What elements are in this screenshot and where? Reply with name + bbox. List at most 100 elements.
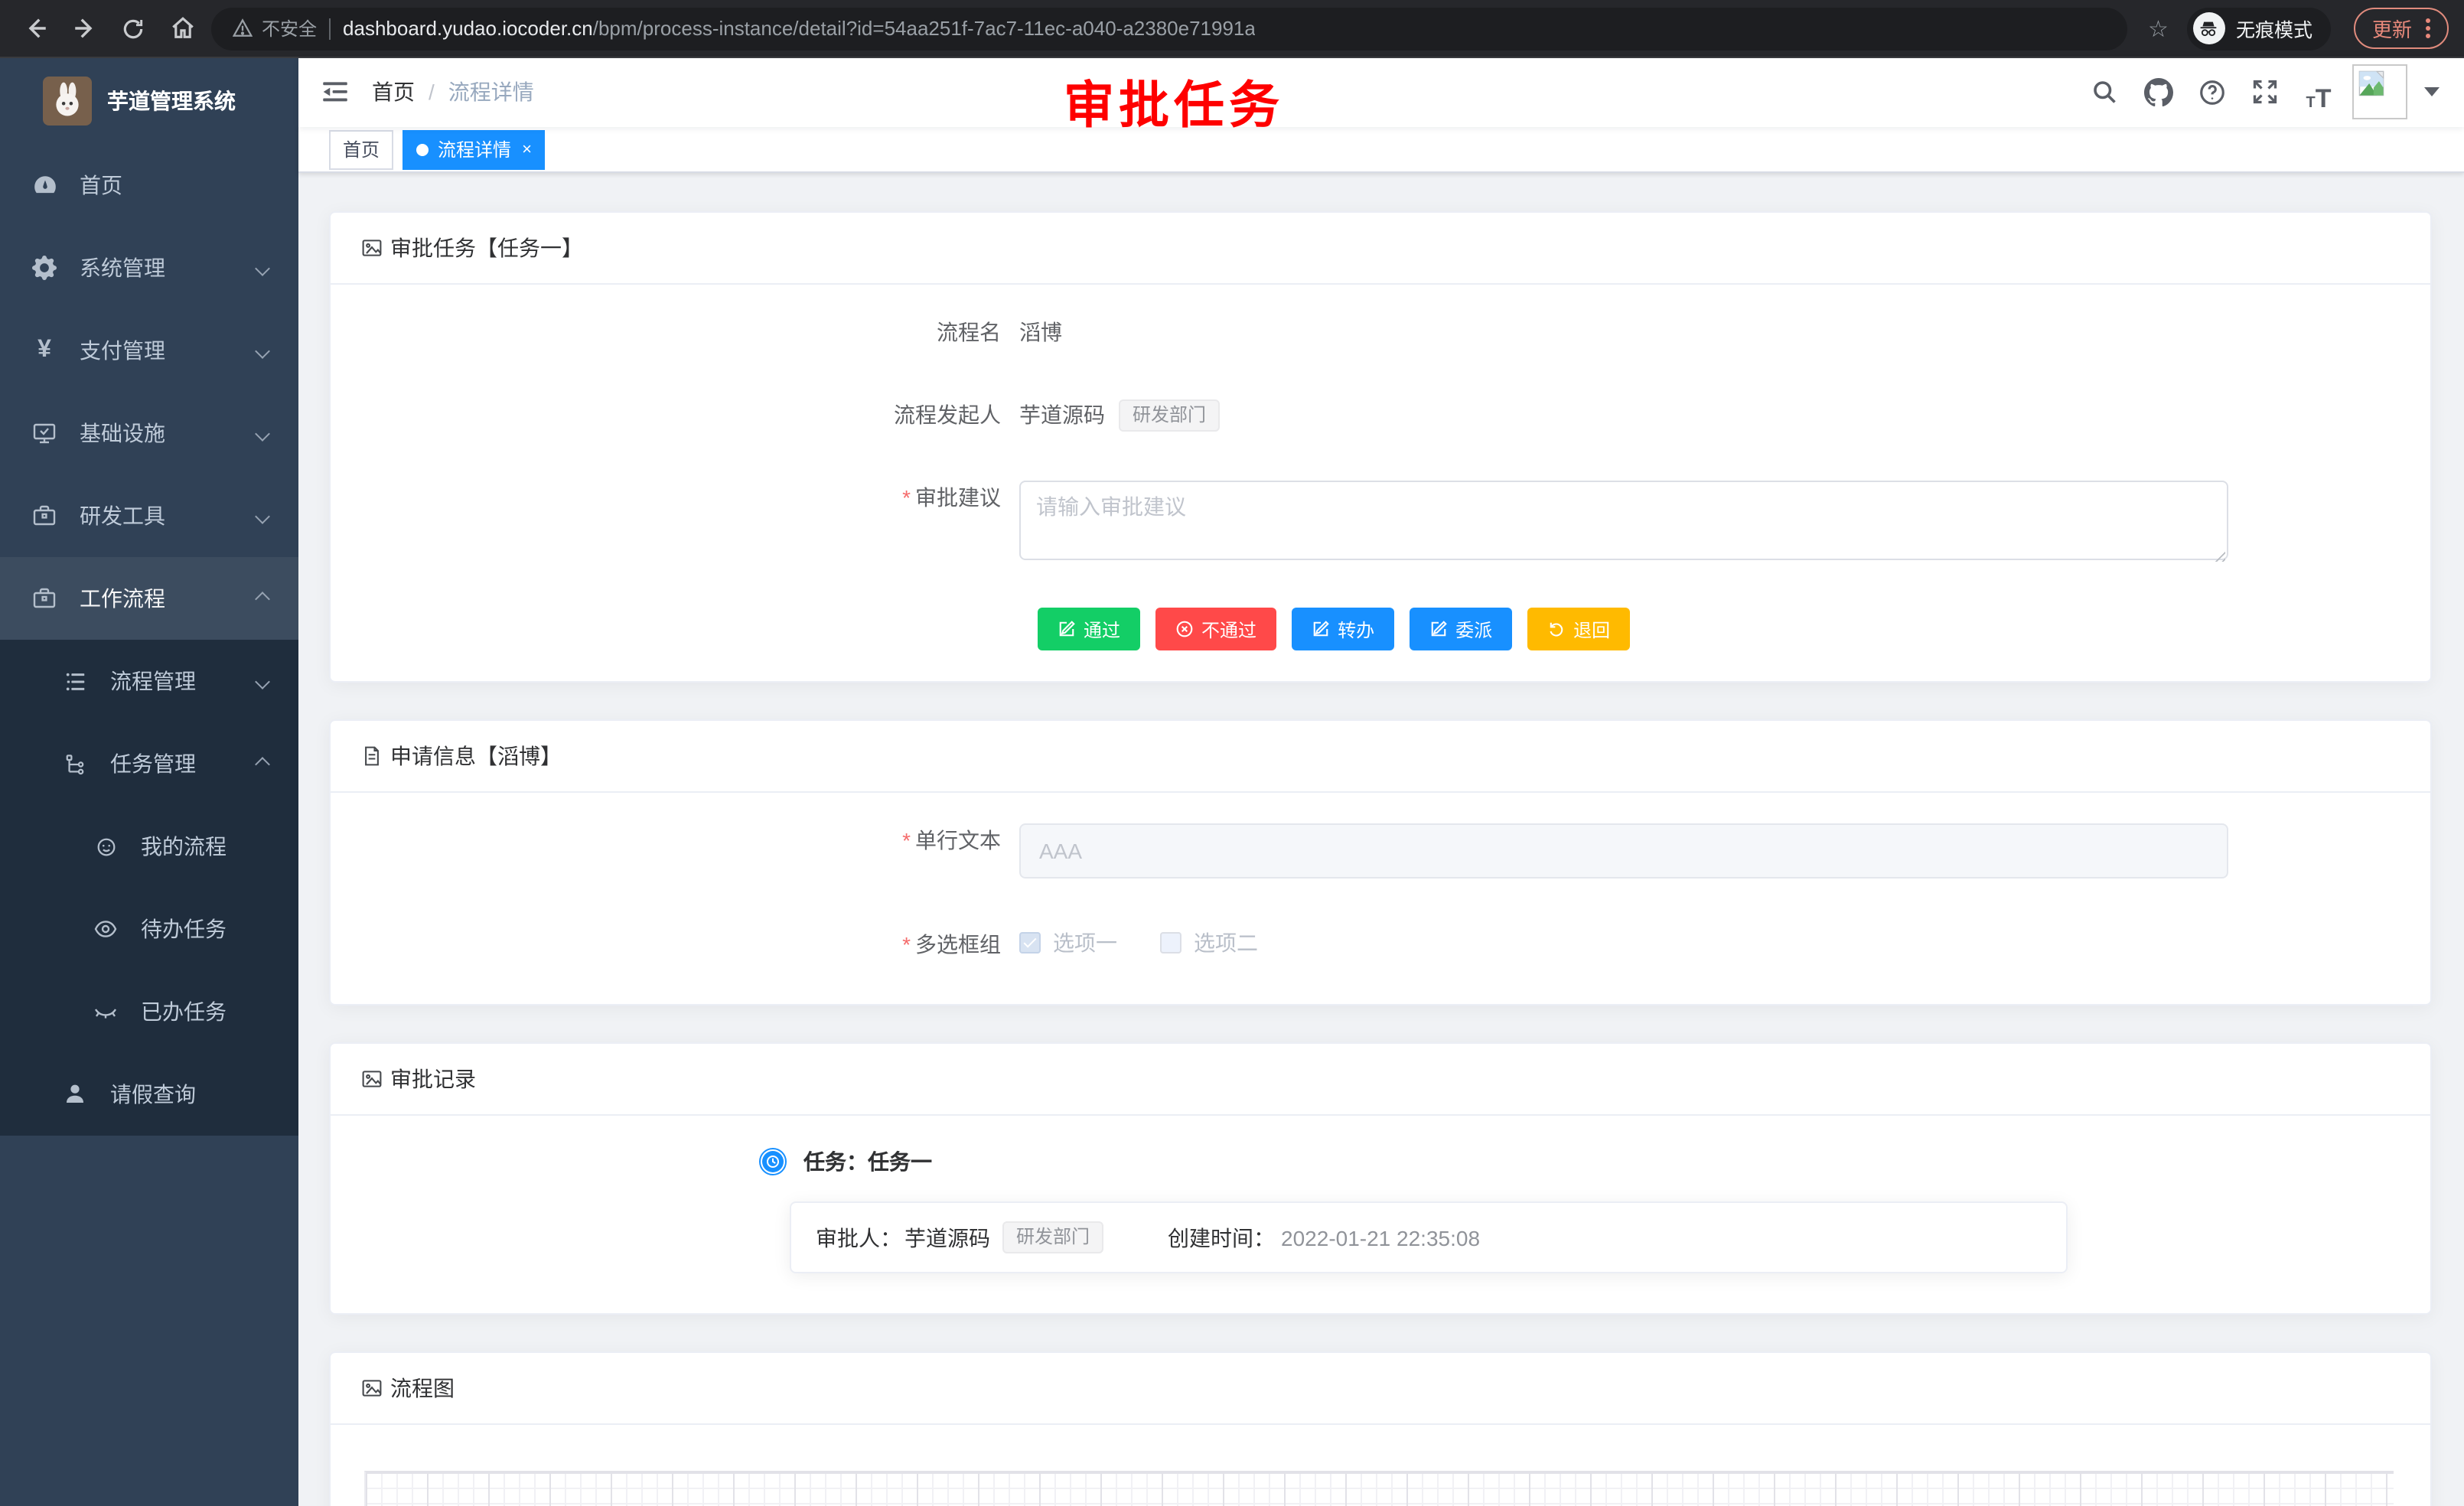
tag-home[interactable]: 首页 [329, 129, 393, 169]
breadcrumb-home[interactable]: 首页 [372, 77, 415, 108]
return-button[interactable]: 退回 [1527, 608, 1630, 651]
bpmn-canvas[interactable] [364, 1472, 2394, 1506]
reject-button[interactable]: 不通过 [1155, 608, 1276, 651]
tag-label: 流程详情 [438, 136, 511, 162]
transfer-button[interactable]: 转办 [1292, 608, 1394, 651]
breadcrumb-current: 流程详情 [448, 77, 534, 108]
sidebar-item-label: 研发工具 [80, 500, 236, 531]
form-row-process-name: 流程名 滔博 [361, 316, 2400, 350]
gear-icon [31, 256, 58, 280]
card-body: *单行文本 *多选框组 选项一 [331, 794, 2430, 1005]
form-row-comment: *审批建议 [361, 481, 2400, 569]
incognito-icon [2193, 12, 2225, 44]
field-label: 流程发起人 [361, 399, 1019, 432]
process-name-value: 滔博 [1019, 316, 1062, 350]
toolbox-icon [31, 504, 58, 528]
create-time-value: 2022-01-21 22:35:08 [1281, 1226, 1480, 1250]
sidebar-item-devtools[interactable]: 研发工具 [0, 474, 298, 557]
sidebar-item-infra[interactable]: 基础设施 [0, 392, 298, 474]
reload-icon[interactable] [113, 8, 153, 48]
sidebar-item-leave-query[interactable]: 请假查询 [0, 1053, 298, 1136]
avatar[interactable] [2352, 65, 2407, 120]
required-marker: * [902, 486, 911, 510]
card-title: 流程图 [390, 1374, 455, 1404]
fullscreen-icon[interactable] [2245, 73, 2285, 112]
field-label: *多选框组 [361, 928, 1019, 962]
card-body: 流程名 滔博 流程发起人 芋道源码 研发部门 *审批建议 [331, 285, 2430, 682]
sidebar-item-done-tasks[interactable]: 已办任务 [0, 970, 298, 1053]
card-header: 申请信息【滔博】 [331, 722, 2430, 794]
viewport: 不安全 dashboard.yudao.iocoder.cn/bpm/proce… [0, 0, 2464, 1506]
hamburger-icon[interactable] [298, 58, 372, 127]
sidebar-item-workflow[interactable]: 工作流程 [0, 557, 298, 640]
github-icon[interactable] [2138, 73, 2178, 112]
sidebar-item-task-mgmt[interactable]: 任务管理 [0, 722, 298, 805]
site-security[interactable]: 不安全 [233, 15, 317, 41]
single-line-text-input [1019, 824, 2228, 879]
field-label: 流程名 [361, 316, 1019, 350]
dept-tag: 研发部门 [1119, 399, 1220, 432]
sidebar-item-label: 已办任务 [141, 996, 277, 1027]
forward-icon[interactable] [64, 8, 104, 48]
approve-button[interactable]: 通过 [1038, 608, 1140, 651]
user-icon [61, 1082, 89, 1107]
refresh-left-icon [1547, 621, 1566, 639]
tag-process-detail[interactable]: 流程详情 × [403, 129, 546, 169]
navbar-actions: TT [2084, 65, 2440, 120]
task-title: 任务：任务一 [803, 1147, 932, 1178]
sidebar-item-home[interactable]: 首页 [0, 144, 298, 227]
tags-view: 首页 流程详情 × [298, 127, 2464, 174]
chevron-down-icon [255, 425, 270, 441]
card-body [331, 1426, 2430, 1506]
sidebar-item-process-mgmt[interactable]: 流程管理 [0, 640, 298, 722]
dashboard-icon [31, 172, 58, 198]
address-bar[interactable]: 不安全 dashboard.yudao.iocoder.cn/bpm/proce… [211, 7, 2127, 50]
update-label: 更新 [2372, 14, 2412, 43]
avatar-caret-icon[interactable] [2424, 88, 2440, 97]
sidebar-item-my-process[interactable]: 我的流程 [0, 805, 298, 888]
list-icon [61, 670, 89, 693]
home-icon[interactable] [162, 8, 202, 48]
chevron-up-icon [255, 756, 270, 771]
approve-task-card: 审批任务【任务一】 流程名 滔博 流程发起人 芋道源码 研发部门 [329, 212, 2432, 683]
search-icon[interactable] [2084, 73, 2124, 112]
back-icon[interactable] [15, 8, 55, 48]
eye-icon [92, 917, 119, 941]
app-frame: 芋道管理系统 首页 系统管理 ¥ 支付管理 [0, 58, 2464, 1506]
apply-info-card: 申请信息【滔博】 *单行文本 *多选框组 选项一 [329, 720, 2432, 1006]
warning-icon [233, 18, 253, 38]
node-tree-icon [61, 752, 89, 775]
create-time-label: 创建时间： [1168, 1223, 1275, 1253]
browser-menu-icon[interactable] [2426, 18, 2430, 38]
help-icon[interactable] [2192, 73, 2231, 112]
sidebar-item-todo-tasks[interactable]: 待办任务 [0, 888, 298, 970]
initiator-value: 芋道源码 [1019, 399, 1105, 432]
sidebar-item-label: 系统管理 [80, 253, 236, 283]
briefcase-icon [31, 586, 58, 611]
picture-outline-icon [361, 1069, 383, 1090]
sidebar-item-label: 请假查询 [110, 1079, 277, 1110]
sidebar-item-system[interactable]: 系统管理 [0, 227, 298, 309]
required-marker: * [902, 829, 911, 853]
face-icon [92, 835, 119, 858]
url-text[interactable]: dashboard.yudao.iocoder.cn/bpm/process-i… [343, 17, 1256, 40]
sidebar-item-payment[interactable]: ¥ 支付管理 [0, 309, 298, 392]
delegate-button[interactable]: 委派 [1410, 608, 1512, 651]
tag-label: 首页 [343, 136, 380, 162]
browser-update-button[interactable]: 更新 [2354, 8, 2449, 49]
tag-close-icon[interactable]: × [522, 140, 532, 158]
sidebar-logo[interactable]: 芋道管理系统 [0, 58, 298, 144]
sidebar-item-label: 首页 [80, 170, 277, 200]
font-size-icon[interactable]: TT [2299, 73, 2339, 112]
bookmark-star-icon[interactable]: ☆ [2148, 15, 2169, 42]
monitor-icon [31, 421, 58, 445]
approve-record-card: 审批记录 任务：任务一 审批人： 芋道 [329, 1043, 2432, 1315]
approve-comment-textarea[interactable] [1019, 481, 2228, 561]
picture-outline-icon [361, 238, 383, 259]
form-row-text: *单行文本 [361, 824, 2400, 879]
card-body: 任务：任务一 审批人： 芋道源码 研发部门 创建时间： 2022-01-21 2… [331, 1116, 2430, 1314]
app-title: 芋道管理系统 [107, 86, 236, 116]
checkbox-group: 选项一 选项二 [1019, 928, 1258, 959]
active-dot [416, 143, 429, 155]
approve-timeline: 任务：任务一 审批人： 芋道源码 研发部门 创建时间： 2022-01-21 2… [361, 1147, 2400, 1274]
